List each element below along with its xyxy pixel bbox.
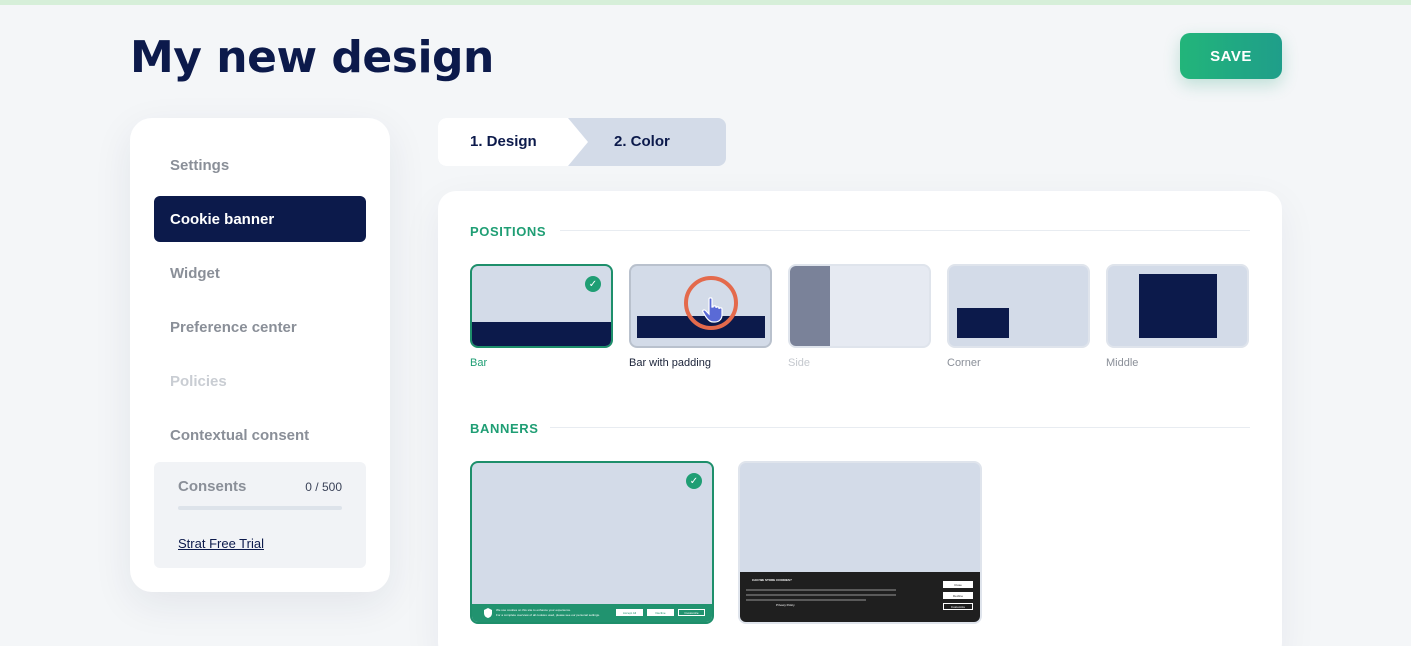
sidebar-item-label: Contextual consent (170, 426, 310, 444)
sidebar-item-label: Policies (170, 372, 227, 390)
step-tabs: 1. Design 2. Color (438, 118, 726, 166)
sidebar-item-label: Cookie banner (170, 210, 275, 228)
banner-preview-heading: CAN WE STORE COOKIES? (752, 578, 792, 582)
sidebar-item-preference-center[interactable]: Preference center (154, 304, 366, 350)
top-accent-strip (0, 0, 1411, 5)
design-panel: POSITIONS ✓ Bar Bar with padding Side Co… (438, 191, 1282, 646)
banner-preview-decline-button: Decline (943, 592, 973, 599)
sidebar-item-settings[interactable]: Settings (154, 142, 366, 188)
banner-preview-text-line (746, 589, 896, 591)
start-free-trial-link[interactable]: Strat Free Trial (178, 536, 264, 551)
banners-divider (550, 427, 1250, 428)
banner-preview-customize-button: Customize (943, 603, 973, 610)
position-option-corner[interactable] (947, 264, 1090, 348)
banners-heading: BANNERS (470, 421, 539, 436)
positions-heading: POSITIONS (470, 224, 547, 239)
banner-preview-text: For a complete overview of all cookies u… (496, 613, 600, 617)
sidebar-item-policies: Policies (154, 358, 366, 404)
consents-label: Consents (178, 478, 247, 495)
tab-color-label[interactable]: 2. Color (614, 133, 670, 150)
sidebar-item-contextual-consent[interactable]: Contextual consent (154, 412, 366, 458)
check-icon: ✓ (585, 276, 601, 292)
banner-preview-text-line (746, 599, 866, 601)
banner-preview-bar: We use cookies on this site to enhance y… (472, 604, 712, 622)
banner-preview-text: We use cookies on this site to enhance y… (496, 608, 571, 612)
position-option-bar[interactable]: ✓ (470, 264, 613, 348)
bar-preview-shape (472, 322, 611, 346)
sidebar-item-label: Preference center (170, 318, 297, 336)
banner-option-green[interactable]: ✓ We use cookies on this site to enhance… (470, 461, 714, 624)
position-label-bar-with-padding: Bar with padding (629, 357, 711, 369)
banner-preview-decline-button: Decline (647, 609, 674, 616)
position-label-side: Side (788, 357, 811, 369)
sidebar-item-label: Widget (170, 264, 220, 282)
position-option-side[interactable] (788, 264, 931, 348)
position-option-middle[interactable] (1106, 264, 1249, 348)
page-title: My new design (130, 32, 494, 83)
shield-icon (484, 608, 492, 618)
consents-progress-bar (178, 506, 342, 510)
banner-option-dark[interactable]: CAN WE STORE COOKIES? Privacy Policy Clo… (738, 461, 982, 624)
sidebar-item-label: Settings (170, 156, 230, 174)
consents-count: 0 / 500 (305, 480, 342, 494)
banner-preview-close-button: Close (943, 581, 973, 588)
middle-preview-shape (1139, 274, 1217, 338)
sidebar-item-cookie-banner[interactable]: Cookie banner (154, 196, 366, 242)
sidebar-item-widget[interactable]: Widget (154, 250, 366, 296)
position-option-bar-with-padding[interactable] (629, 264, 772, 348)
positions-divider (560, 230, 1250, 231)
side-preview-shape (790, 266, 830, 346)
banner-preview-privacy-link: Privacy Policy (776, 603, 795, 607)
position-label-corner: Corner (947, 357, 981, 369)
hand-pointer-icon (702, 297, 723, 323)
banner-preview-customize-button: Customize (678, 609, 705, 616)
banner-preview-accept-button: Accept All (616, 609, 643, 616)
banner-preview-text-line (746, 594, 896, 596)
tab-design-label[interactable]: 1. Design (470, 133, 537, 150)
position-label-bar: Bar (470, 357, 488, 369)
corner-preview-shape (957, 308, 1009, 338)
consents-panel: Consents 0 / 500 Strat Free Trial (154, 462, 366, 568)
sidebar: Settings Cookie banner Widget Preference… (130, 118, 390, 592)
banner-preview-bar: CAN WE STORE COOKIES? Privacy Policy Clo… (740, 572, 980, 622)
save-button[interactable]: SAVE (1180, 33, 1282, 79)
check-icon: ✓ (686, 473, 702, 489)
position-label-middle: Middle (1106, 357, 1139, 369)
